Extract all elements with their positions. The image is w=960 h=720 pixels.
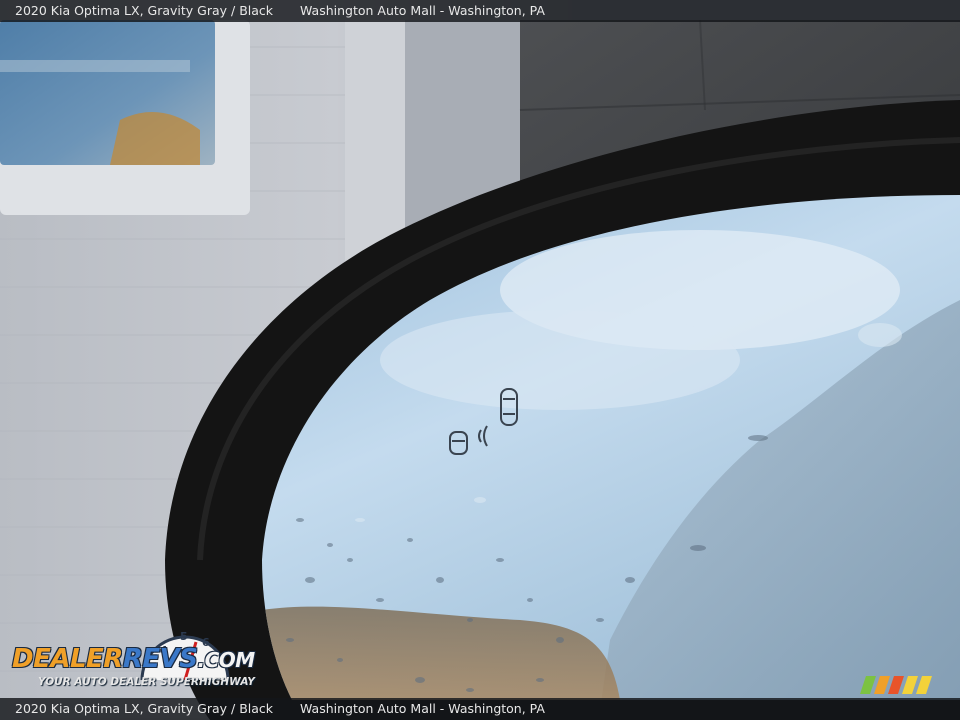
watermark-wordmark: DEALERREVS.COM: [12, 644, 255, 674]
vehicle-caption: 2020 Kia Optima LX, Gravity Gray / Black: [15, 701, 274, 716]
wordmark-com: .COM: [197, 648, 255, 672]
wordmark-dealer: DEALER: [12, 644, 123, 674]
dealer-caption: Washington Auto Mall - Washington, PA: [300, 701, 545, 716]
watermark-tagline: YOUR AUTO DEALER SUPERHIGHWAY: [38, 676, 255, 688]
mirror-photo: [0, 0, 960, 720]
dealer-caption: Washington Auto Mall - Washington, PA: [300, 3, 545, 18]
color-stripes-logo-icon: [860, 676, 932, 694]
vehicle-caption: 2020 Kia Optima LX, Gravity Gray / Black: [15, 3, 274, 18]
wordmark-revs: REVS: [122, 644, 198, 674]
photo-scene: [0, 0, 960, 720]
caption-bar-bottom: 2020 Kia Optima LX, Gravity Gray / Black…: [0, 698, 960, 720]
gauge-digit-5: 5: [180, 630, 188, 643]
caption-bar-top: 2020 Kia Optima LX, Gravity Gray / Black…: [0, 0, 960, 22]
dealerrevs-watermark: 4 5 6 DEALERREVS.COM YOUR AUTO DEALER SU…: [12, 624, 267, 694]
